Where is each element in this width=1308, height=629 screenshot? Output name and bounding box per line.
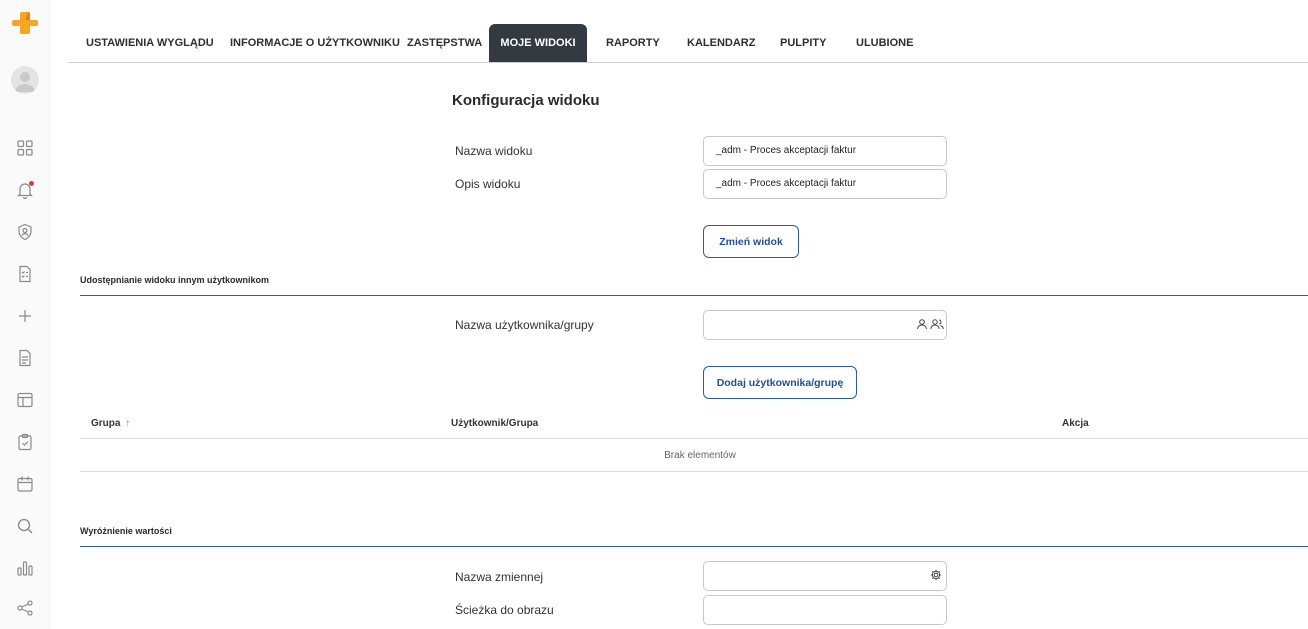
variable-name-input[interactable] bbox=[703, 561, 947, 591]
column-header-group[interactable]: Grupa ↑ bbox=[91, 418, 130, 429]
tab-reports[interactable]: RAPORTY bbox=[606, 24, 660, 62]
sort-ascending-icon[interactable]: ↑ bbox=[125, 418, 130, 429]
notification-dot bbox=[29, 181, 34, 186]
table-header-divider bbox=[80, 438, 1308, 439]
task-list-icon[interactable] bbox=[15, 264, 35, 284]
bar-chart-icon[interactable] bbox=[15, 558, 35, 578]
dashboard-grid-icon[interactable] bbox=[15, 138, 35, 158]
tab-user-info[interactable]: INFORMACJE O UŻYTKOWNIKU bbox=[230, 24, 400, 62]
table-bottom-divider bbox=[80, 471, 1308, 472]
settings-tabs: USTAWIENIA WYGLĄDU INFORMACJE O UŻYTKOWN… bbox=[68, 24, 1308, 63]
variable-name-label: Nazwa zmiennej bbox=[455, 570, 544, 584]
user-group-label: Nazwa użytkownika/grupy bbox=[455, 318, 594, 332]
group-icon[interactable] bbox=[930, 318, 944, 330]
user-group-input[interactable] bbox=[703, 310, 947, 340]
bell-icon[interactable] bbox=[15, 180, 35, 200]
search-icon[interactable] bbox=[15, 516, 35, 536]
document-icon[interactable] bbox=[15, 348, 35, 368]
view-description-label: Opis widoku bbox=[455, 177, 521, 191]
add-user-group-button[interactable]: Dodaj użytkownika/grupę bbox=[703, 366, 857, 399]
highlight-section-title: Wyróżnienie wartości bbox=[80, 526, 172, 536]
layout-icon[interactable] bbox=[15, 390, 35, 410]
column-header-user-group[interactable]: Użytkownik/Grupa bbox=[451, 418, 538, 429]
shield-user-icon[interactable] bbox=[15, 222, 35, 242]
view-name-label: Nazwa widoku bbox=[455, 144, 533, 158]
tab-substitutions[interactable]: ZASTĘPSTWA bbox=[407, 24, 482, 62]
tab-my-views[interactable]: MOJE WIDOKI bbox=[489, 24, 587, 62]
tab-appearance-settings[interactable]: USTAWIENIA WYGLĄDU bbox=[86, 24, 214, 62]
calendar-icon[interactable] bbox=[15, 474, 35, 494]
share-icon[interactable] bbox=[15, 598, 35, 618]
plus-icon[interactable] bbox=[15, 306, 35, 326]
avatar[interactable] bbox=[11, 66, 39, 94]
tab-calendar[interactable]: KALENDARZ bbox=[687, 24, 755, 62]
gear-icon[interactable] bbox=[930, 569, 942, 581]
clipboard-check-icon[interactable] bbox=[15, 432, 35, 452]
column-header-group-label: Grupa bbox=[91, 418, 121, 429]
view-name-input[interactable]: _adm - Proces akceptacji faktur bbox=[703, 136, 947, 166]
column-header-action: Akcja bbox=[1062, 418, 1089, 429]
sharing-section-title: Udostępnianie widoku innym użytkownikom bbox=[80, 275, 270, 285]
image-path-input[interactable] bbox=[703, 595, 947, 625]
image-path-label: Ścieżka do obrazu bbox=[455, 603, 554, 617]
tab-favorites[interactable]: ULUBIONE bbox=[856, 24, 913, 62]
change-view-button[interactable]: Zmień widok bbox=[703, 225, 799, 258]
user-icon[interactable] bbox=[916, 318, 928, 330]
view-description-input[interactable]: _adm - Proces akceptacji faktur bbox=[703, 169, 947, 199]
highlight-section-divider bbox=[80, 546, 1308, 547]
view-config-title: Konfiguracja widoku bbox=[452, 92, 600, 109]
empty-table-message: Brak elementów bbox=[664, 450, 736, 461]
logo-icon[interactable] bbox=[11, 9, 39, 37]
sidebar bbox=[0, 0, 50, 629]
sharing-section-divider bbox=[80, 295, 1308, 296]
tab-dashboards[interactable]: PULPITY bbox=[780, 24, 826, 62]
